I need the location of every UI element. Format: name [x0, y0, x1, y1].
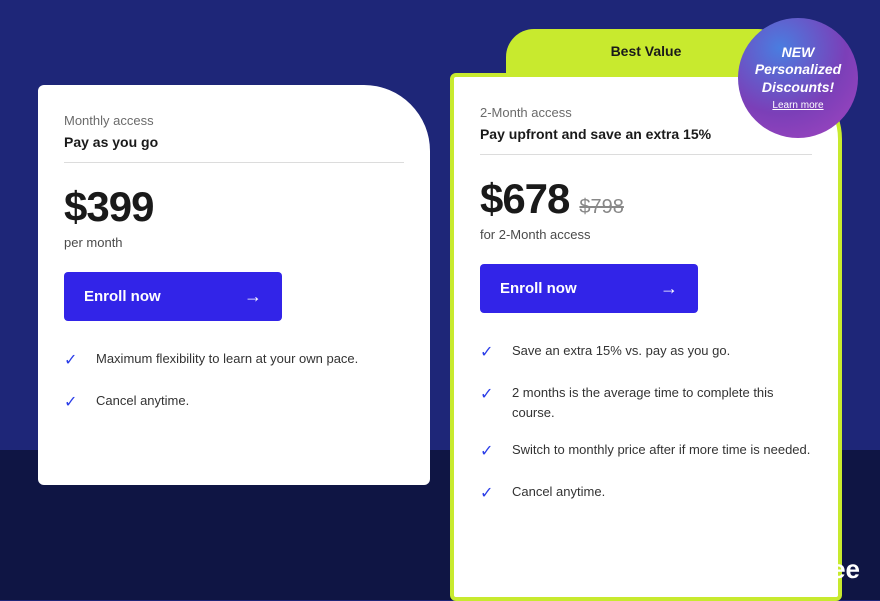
price-row: $678 $798: [480, 175, 812, 223]
enroll-button[interactable]: Enroll now →: [64, 272, 282, 321]
brand-watermark: BitDegree: [699, 552, 860, 586]
pricing-card-monthly: Monthly access Pay as you go $399 per mo…: [38, 85, 430, 485]
checkmark-icon: ✓: [480, 440, 498, 464]
feature-list: ✓ Save an extra 15% vs. pay as you go. ✓…: [480, 341, 812, 506]
plan-subtitle: Pay as you go: [64, 134, 404, 163]
arrow-right-icon: →: [244, 286, 262, 307]
checkmark-icon: ✓: [64, 391, 82, 415]
promo-badge[interactable]: NEW Personalized Discounts! Learn more: [738, 18, 858, 138]
checkmark-icon: ✓: [480, 341, 498, 365]
promo-line: Personalized: [755, 61, 841, 79]
price-sub: for 2-Month access: [480, 227, 812, 242]
feature-item: ✓ Save an extra 15% vs. pay as you go.: [480, 341, 812, 365]
feature-text: Cancel anytime.: [96, 391, 189, 415]
plan-subtitle: Pay upfront and save an extra 15%: [480, 126, 812, 155]
feature-item: ✓ 2 months is the average time to comple…: [480, 383, 812, 422]
brand-logo-icon: [699, 552, 729, 586]
feature-text: Cancel anytime.: [512, 482, 605, 506]
promo-line: NEW: [782, 44, 815, 62]
feature-text: Switch to monthly price after if more ti…: [512, 440, 810, 464]
enroll-button[interactable]: Enroll now →: [480, 264, 698, 313]
promo-learn-more-link[interactable]: Learn more: [772, 100, 823, 113]
enroll-button-label: Enroll now: [84, 288, 161, 305]
arrow-right-icon: →: [660, 278, 678, 299]
feature-text: Maximum flexibility to learn at your own…: [96, 349, 358, 373]
feature-item: ✓ Cancel anytime.: [64, 391, 404, 415]
price-original: $798: [579, 196, 624, 219]
checkmark-icon: ✓: [64, 349, 82, 373]
brand-name: BitDegree: [737, 554, 860, 585]
feature-item: ✓ Switch to monthly price after if more …: [480, 440, 812, 464]
plan-label: Monthly access: [64, 113, 404, 128]
checkmark-icon: ✓: [480, 383, 498, 422]
pricing-card-upfront: Best Value 2-Month access Pay upfront an…: [450, 73, 842, 601]
enroll-button-label: Enroll now: [500, 280, 577, 297]
price-row: $399: [64, 183, 404, 231]
promo-line: Discounts!: [762, 79, 834, 97]
feature-item: ✓ Maximum flexibility to learn at your o…: [64, 349, 404, 373]
price-sub: per month: [64, 235, 404, 250]
feature-item: ✓ Cancel anytime.: [480, 482, 812, 506]
feature-text: Save an extra 15% vs. pay as you go.: [512, 341, 730, 365]
feature-text: 2 months is the average time to complete…: [512, 383, 812, 422]
price: $399: [64, 183, 153, 231]
checkmark-icon: ✓: [480, 482, 498, 506]
price: $678: [480, 175, 569, 223]
